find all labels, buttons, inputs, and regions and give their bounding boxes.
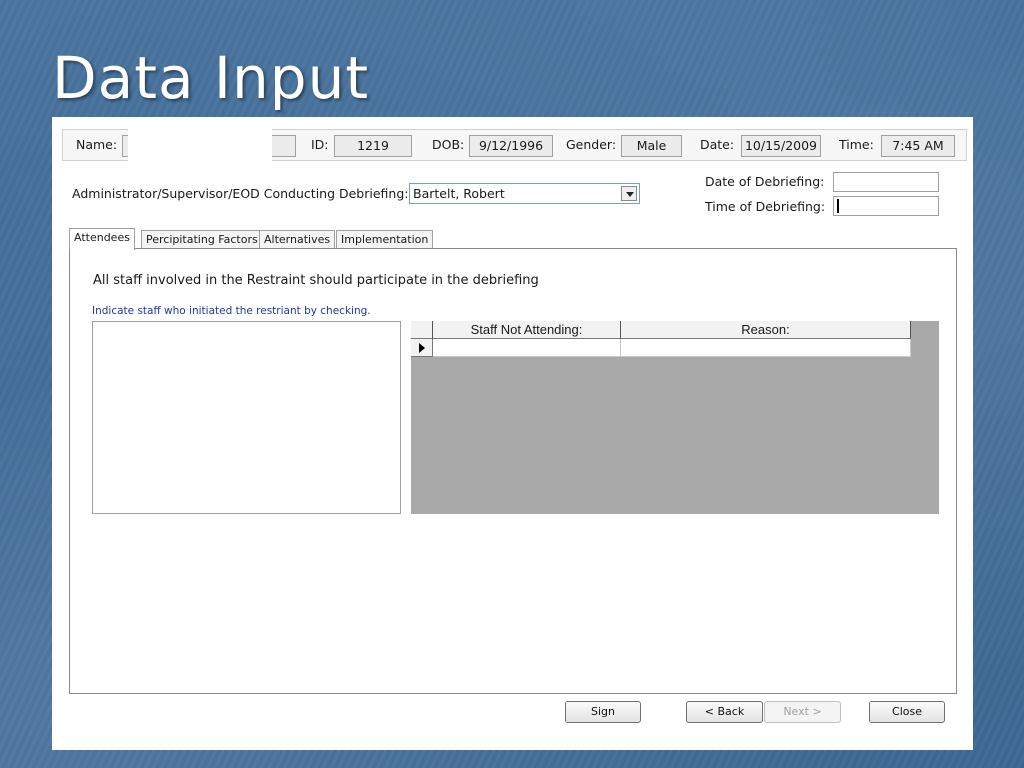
id-label: ID: (311, 137, 329, 152)
attendees-instruction: All staff involved in the Restraint shou… (93, 273, 539, 288)
grid-corner (411, 321, 433, 339)
time-field: 7:45 AM (881, 135, 955, 157)
chevron-down-icon[interactable] (621, 186, 637, 201)
gender-field: Male (621, 135, 682, 157)
conductor-value: Bartelt, Robert (413, 186, 505, 201)
date-field: 10/15/2009 (741, 135, 821, 157)
grid-header-reason[interactable]: Reason: (621, 321, 911, 339)
debrief-date-input[interactable] (833, 172, 939, 192)
dob-label: DOB: (432, 137, 465, 152)
close-button[interactable]: Close (869, 701, 945, 723)
back-button[interactable]: < Back (686, 701, 763, 723)
staff-not-attending-grid[interactable]: Staff Not Attending: Reason: (411, 321, 939, 514)
debriefing-form: Name: ID: 1219 DOB: 9/12/1996 Gender: Ma… (52, 117, 973, 750)
id-field: 1219 (334, 135, 412, 157)
attendees-list[interactable] (92, 321, 401, 514)
reason-cell[interactable] (621, 339, 911, 357)
attendees-panel: All staff involved in the Restraint shou… (69, 248, 957, 694)
conductor-combobox[interactable]: Bartelt, Robert (409, 183, 640, 204)
conductor-label: Administrator/Supervisor/EOD Conducting … (72, 186, 409, 201)
row-selector-icon[interactable] (411, 339, 433, 357)
attendees-hint: Indicate staff who initiated the restria… (92, 305, 371, 317)
debrief-date-label: Date of Debriefing: (705, 174, 825, 189)
slide-title: Data Input (52, 44, 370, 112)
gender-label: Gender: (566, 137, 617, 152)
debrief-time-label: Time of Debriefing: (705, 199, 826, 214)
sign-button[interactable]: Sign (565, 701, 641, 723)
staff-cell[interactable] (433, 339, 621, 357)
name-redaction (128, 127, 272, 169)
next-button[interactable]: Next > (764, 701, 841, 723)
tab-percipitating-factors[interactable]: Percipitating Factors (141, 230, 263, 249)
date-label: Date: (700, 137, 735, 152)
name-label: Name: (76, 137, 118, 152)
dob-field: 9/12/1996 (469, 135, 553, 157)
tab-attendees[interactable]: Attendees (69, 228, 135, 250)
time-label: Time: (839, 137, 874, 152)
debrief-time-input[interactable] (833, 196, 939, 216)
grid-header-staff[interactable]: Staff Not Attending: (433, 321, 621, 339)
tab-alternatives[interactable]: Alternatives (259, 230, 336, 249)
tab-implementation[interactable]: Implementation (336, 230, 434, 249)
text-cursor (837, 199, 839, 213)
